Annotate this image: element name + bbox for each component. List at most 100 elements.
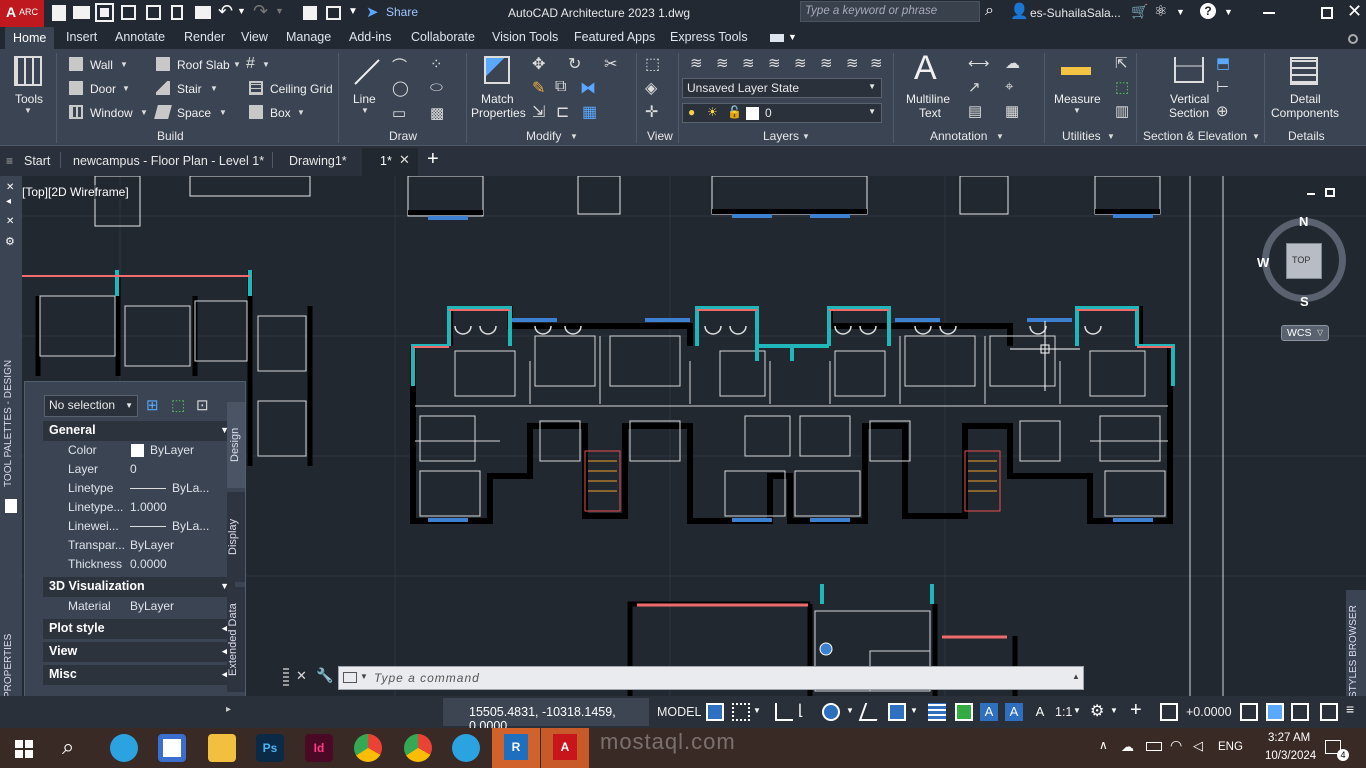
- clock-time[interactable]: 3:27 AM: [1268, 732, 1310, 744]
- dimension-icon[interactable]: ⟷: [968, 54, 990, 72]
- annotation-visibility-icon[interactable]: A: [980, 703, 998, 721]
- compass-south[interactable]: S: [1300, 294, 1309, 309]
- styles-browser-tab[interactable]: STYLES BROWSER: [1348, 604, 1364, 699]
- layer-state-select[interactable]: Unsaved Layer State ▼: [682, 78, 882, 98]
- transparency-icon[interactable]: [955, 703, 973, 721]
- box-button[interactable]: Box: [270, 106, 291, 120]
- user-icon[interactable]: 👤: [1010, 2, 1029, 20]
- prop-lineweight[interactable]: Linewei... ByLa...: [43, 517, 233, 536]
- match-properties-line1[interactable]: Match: [481, 92, 514, 106]
- vertical-section-line2[interactable]: Section: [1169, 106, 1209, 120]
- save-as-icon[interactable]: [121, 5, 136, 20]
- command-input[interactable]: ▼ Type a command ▲: [338, 666, 1084, 690]
- coords-box[interactable]: 15505.4831, -10318.1459, 0.0000: [443, 698, 649, 733]
- search-icon[interactable]: ⌕: [985, 2, 994, 20]
- ellipse-icon[interactable]: ⬭: [430, 79, 443, 96]
- doc-tab-active[interactable]: 1* ✕: [362, 148, 418, 176]
- scale-dropdown-icon[interactable]: ▼: [1073, 706, 1081, 715]
- compass-north[interactable]: N: [1299, 214, 1308, 229]
- polar-tracking-icon[interactable]: [822, 703, 840, 721]
- view-3d-icon[interactable]: ⬚: [645, 54, 660, 74]
- window-button[interactable]: Window: [90, 106, 133, 120]
- display-config-icon[interactable]: [1266, 703, 1284, 721]
- prop-linetype-scale[interactable]: Linetype... 1.0000: [43, 498, 233, 517]
- section-callout-icon[interactable]: ⊕: [1216, 102, 1229, 120]
- properties-tab[interactable]: PROPERTIES: [3, 631, 19, 701]
- detail-components-line1[interactable]: Detail: [1290, 92, 1321, 106]
- wall-dropdown-icon[interactable]: ▼: [120, 60, 128, 69]
- doc-tab-drawing1[interactable]: Drawing1*: [289, 154, 347, 168]
- display-tab[interactable]: Display: [227, 492, 245, 582]
- onedrive-icon[interactable]: ☁: [1121, 739, 1134, 755]
- tab-manage[interactable]: Manage: [286, 30, 331, 44]
- redo-dropdown-icon[interactable]: ▼: [275, 6, 284, 16]
- viewport-maximize-icon[interactable]: [1325, 188, 1335, 197]
- detail-components-line2[interactable]: Components: [1271, 106, 1339, 120]
- point-icon[interactable]: ⁘: [430, 55, 443, 73]
- tool-palettes-tab[interactable]: TOOL PALETTES - DESIGN: [3, 356, 19, 491]
- view-ortho-icon[interactable]: ✛: [645, 102, 658, 122]
- user-account[interactable]: es-SuhailaSala...: [1030, 6, 1121, 20]
- rectangle-icon[interactable]: ▭: [392, 104, 406, 122]
- language-indicator[interactable]: ENG: [1218, 741, 1243, 753]
- palette-settings-icon[interactable]: ⚙: [5, 235, 15, 248]
- help-dropdown-icon[interactable]: ▼: [1224, 7, 1233, 17]
- close-tab-icon[interactable]: ✕: [399, 152, 410, 168]
- tools-button[interactable]: Tools: [15, 92, 43, 106]
- tab-render[interactable]: Render: [184, 30, 225, 44]
- calculator-icon[interactable]: ▥: [1115, 102, 1129, 120]
- viewport-controls-label[interactable]: [Top][2D Wireframe]: [22, 185, 129, 199]
- share-button[interactable]: Share: [386, 5, 418, 19]
- annotation-scale-value[interactable]: 1:1: [1055, 705, 1072, 719]
- volume-icon[interactable]: ◁: [1193, 738, 1203, 754]
- undo-dropdown-icon[interactable]: ▼: [237, 6, 246, 16]
- workspace-dropdown-icon[interactable]: ▼: [1110, 706, 1118, 715]
- layer-properties-icon[interactable]: ≋: [690, 54, 703, 72]
- revcloud-icon[interactable]: ☁: [1005, 54, 1020, 72]
- modify-panel-dropdown-icon[interactable]: ▼: [570, 132, 578, 141]
- array-icon[interactable]: ▦: [582, 102, 597, 122]
- object-snap-icon[interactable]: [888, 703, 906, 721]
- layer-iso-icon[interactable]: ≋: [742, 54, 755, 72]
- viewcube[interactable]: TOP: [1262, 218, 1346, 302]
- grid-dropdown-icon[interactable]: ▼: [262, 60, 270, 69]
- tab-vision-tools[interactable]: Vision Tools: [492, 30, 558, 44]
- space-button[interactable]: Space: [177, 106, 211, 120]
- match-properties-line2[interactable]: Properties: [471, 106, 526, 120]
- layer-match-icon[interactable]: ≋: [846, 54, 859, 72]
- file-explorer-icon[interactable]: [208, 734, 236, 762]
- doc-tab-start[interactable]: Start: [24, 154, 50, 168]
- osnap-dropdown-icon[interactable]: ▼: [910, 706, 918, 715]
- tool-palettes-icon[interactable]: [5, 499, 17, 513]
- multiline-text-line2[interactable]: Text: [919, 106, 941, 120]
- layer-state-icon[interactable]: ≋: [716, 54, 729, 72]
- workspace-switch-icon[interactable]: ⚙: [1090, 701, 1108, 720]
- help-icon[interactable]: ?: [1200, 3, 1216, 19]
- wifi-icon[interactable]: ◠: [1170, 737, 1182, 754]
- copy-icon[interactable]: ⧉: [555, 78, 566, 96]
- grid-icon[interactable]: #: [246, 55, 255, 73]
- save-icon[interactable]: [95, 3, 114, 22]
- tab-insert[interactable]: Insert: [66, 30, 97, 44]
- save-to-web-icon[interactable]: [146, 5, 161, 20]
- ribbon-options-icon[interactable]: [770, 34, 784, 42]
- quick-select-icon[interactable]: ⇱: [1115, 54, 1128, 72]
- battery-icon[interactable]: [1146, 742, 1162, 751]
- ceiling-grid-button[interactable]: Ceiling Grid: [270, 82, 333, 96]
- open-folder-icon[interactable]: [73, 6, 90, 19]
- offset-icon[interactable]: ⊏: [556, 102, 569, 122]
- tab-add-ins[interactable]: Add-ins: [349, 30, 391, 44]
- circle-icon[interactable]: ◯: [392, 79, 409, 97]
- select-objects-icon[interactable]: ⬚: [171, 396, 185, 414]
- command-expand-icon[interactable]: ▲: [1072, 672, 1080, 681]
- measure-button[interactable]: Measure: [1054, 92, 1101, 106]
- current-layer-select[interactable]: ● ☀ 🔓 0 ▼: [682, 103, 882, 123]
- roof-slab-button[interactable]: Roof Slab: [177, 58, 230, 72]
- isodraft-icon[interactable]: [858, 703, 884, 721]
- prop-color[interactable]: Color ByLayer: [43, 441, 233, 460]
- layer-walk-icon[interactable]: ≋: [870, 54, 883, 72]
- plus-icon[interactable]: +: [1130, 699, 1148, 721]
- print-icon[interactable]: [195, 6, 211, 19]
- news-icon[interactable]: [158, 734, 186, 762]
- fullscreen-icon[interactable]: [1320, 703, 1338, 721]
